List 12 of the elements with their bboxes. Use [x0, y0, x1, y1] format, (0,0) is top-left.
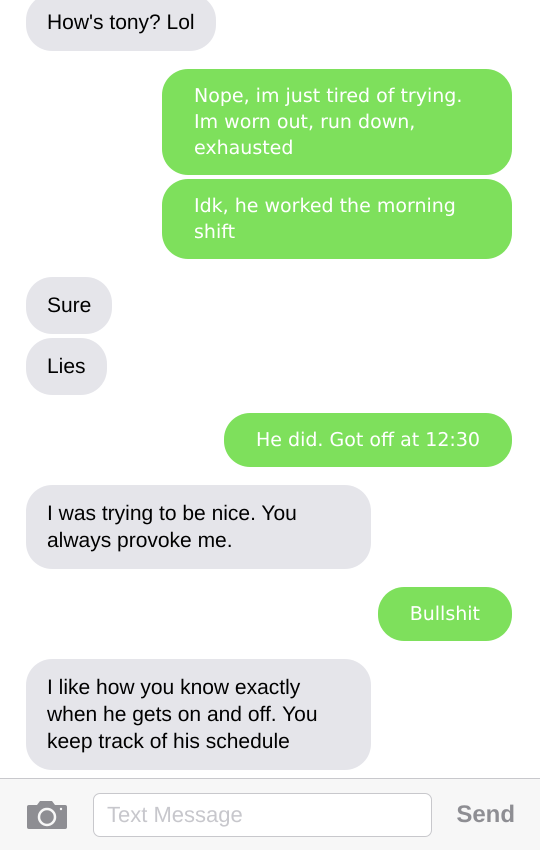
message-bubble: Sure — [26, 277, 112, 334]
message-bubble: Lies — [26, 338, 107, 395]
message-bubble: I like how you know exactly when he gets on and off. You keep track of his schedule — [26, 659, 371, 770]
message-bubble: Idk, he worked the morning shift — [162, 179, 512, 259]
message-bubble: Bullshit — [378, 587, 512, 641]
message-bubble: He did. Got off at 12:30 — [224, 413, 512, 467]
send-button[interactable]: Send — [456, 796, 515, 832]
message-bubble: I was trying to be nice. You always provoke me. — [26, 485, 371, 569]
message-bubble: How's tony? Lol — [26, 0, 216, 51]
message-bubble: Nope, im just tired of trying. Im worn out, run down, exhausted — [162, 69, 512, 175]
camera-icon[interactable] — [25, 798, 69, 830]
message-field[interactable]: Text Message — [93, 792, 432, 836]
